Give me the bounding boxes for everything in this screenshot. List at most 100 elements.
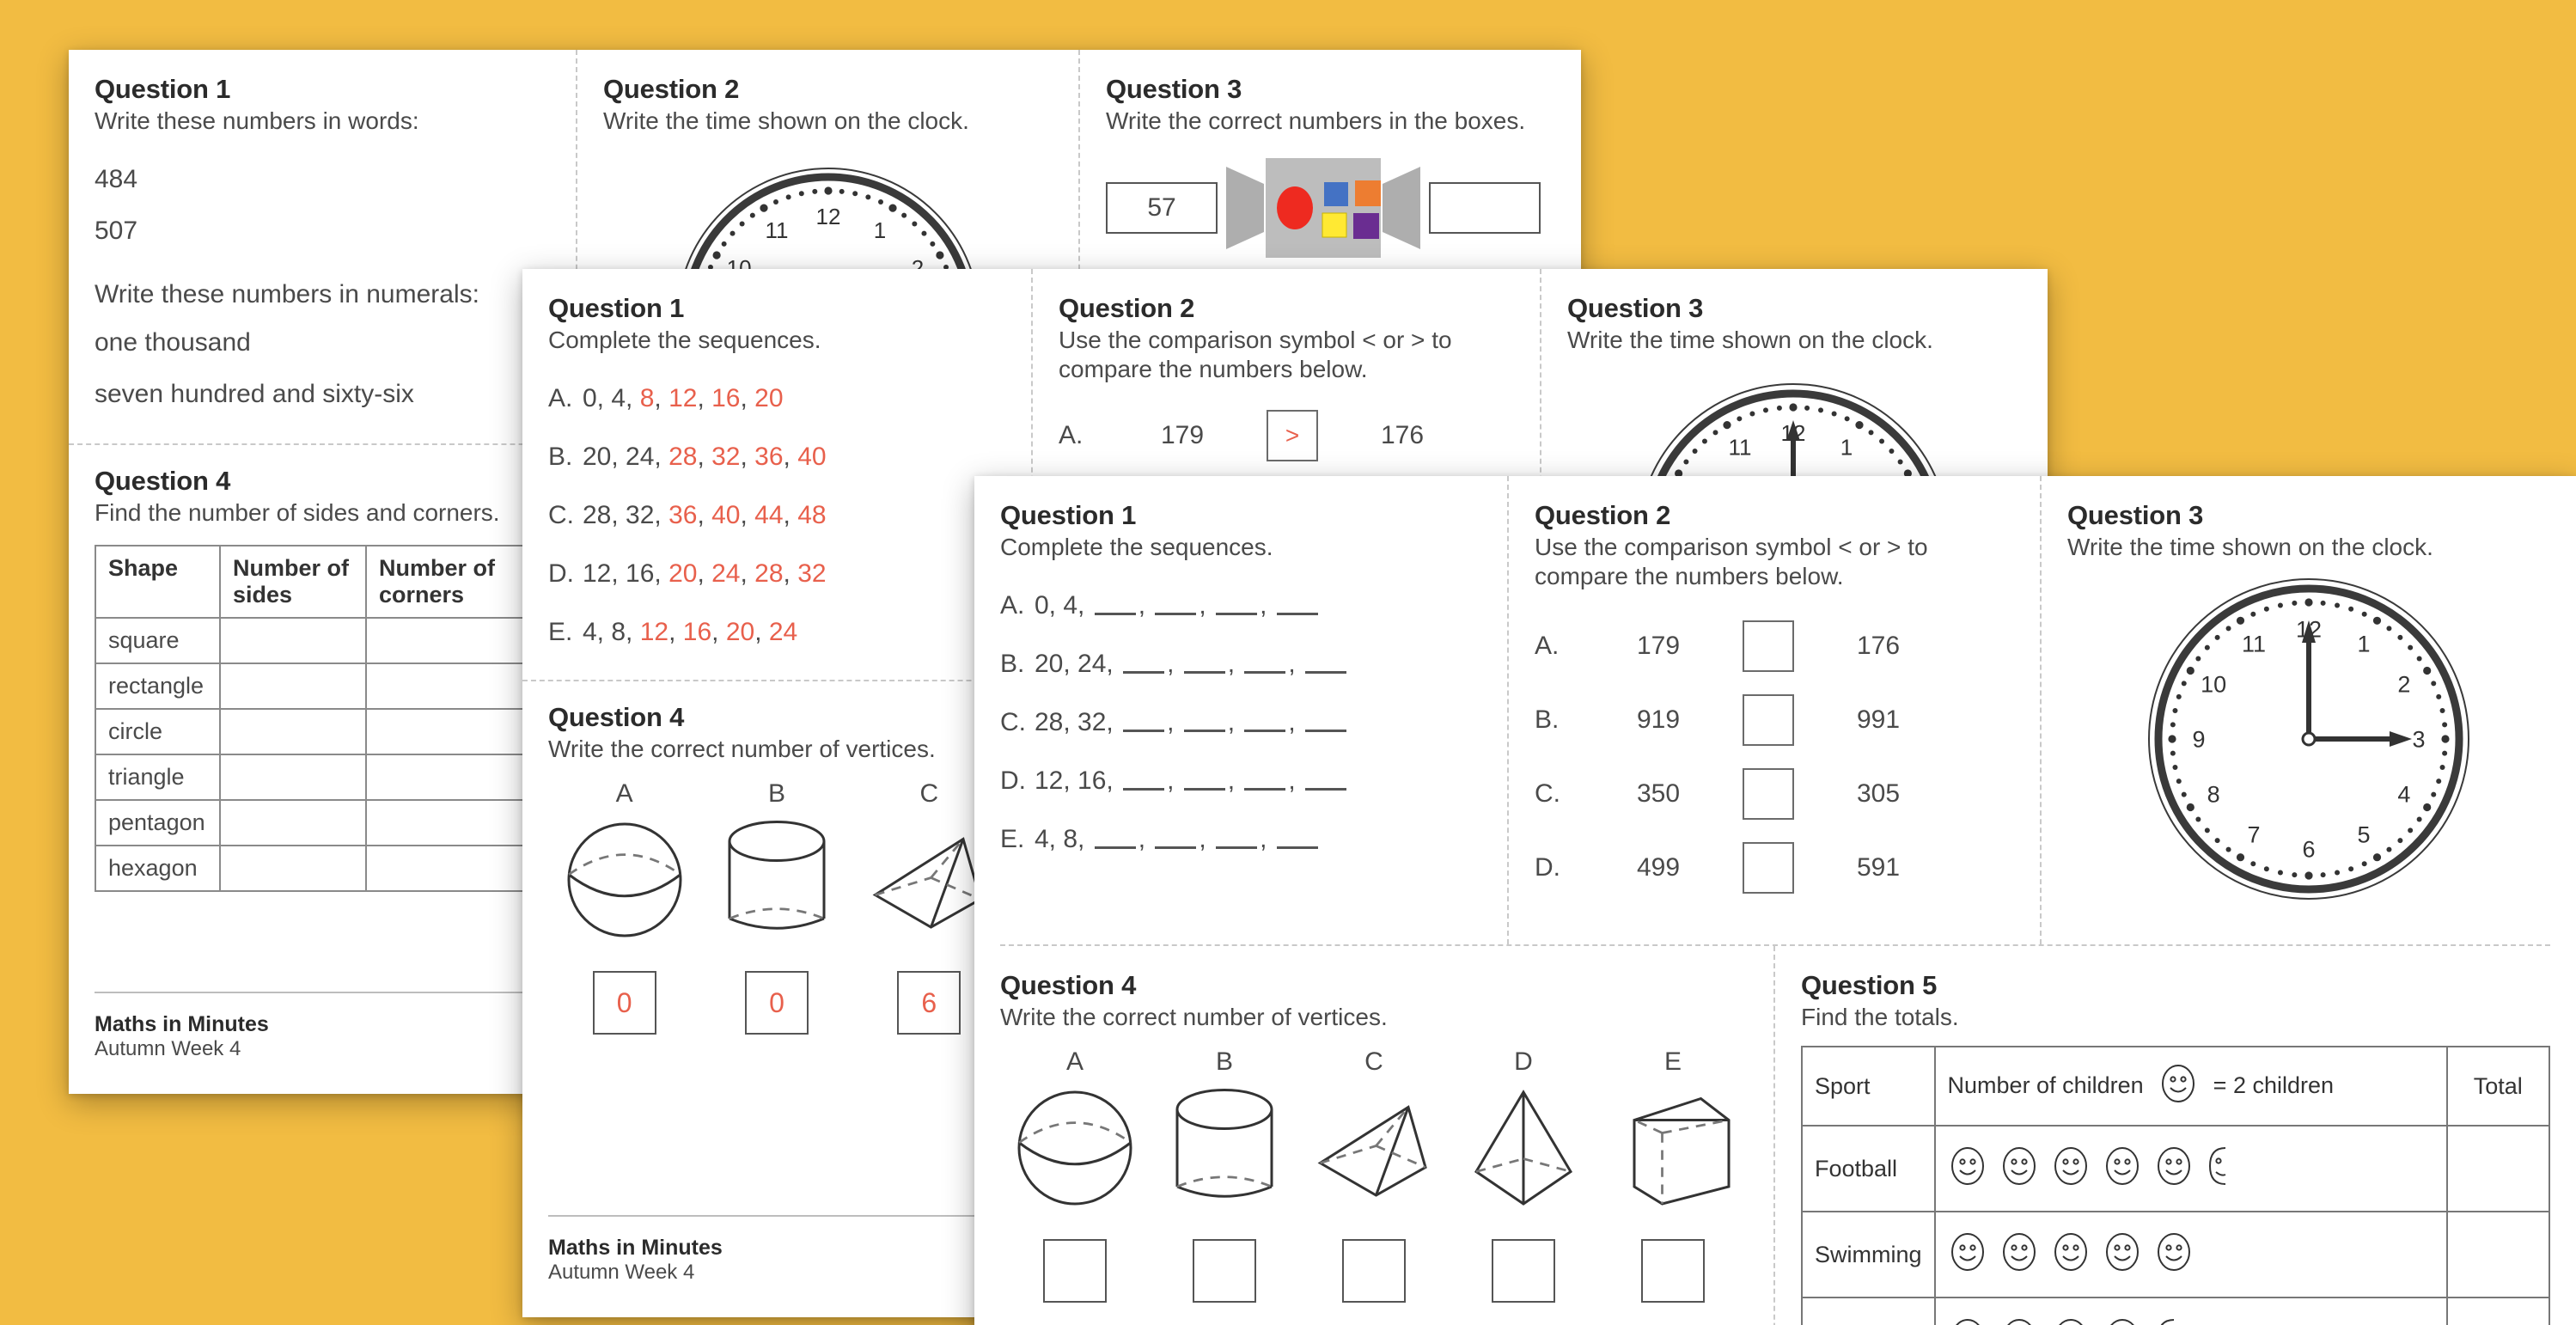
front-q1-instruction: Complete the sequences.	[1000, 534, 1273, 560]
vertices-answer-box[interactable]	[1641, 1239, 1705, 1304]
mid-q2-title: Question 2	[1059, 293, 1195, 323]
output-box-1[interactable]	[1429, 182, 1541, 235]
smiley-icon	[2103, 1145, 2142, 1193]
sides-cell[interactable]	[219, 754, 367, 802]
svg-text:7: 7	[2247, 821, 2260, 847]
shape-item: A0	[560, 779, 689, 1035]
shape-name: pentagon	[95, 799, 221, 847]
sequence-row: D. 12, 16, 20, 24, 28, 32	[548, 559, 827, 589]
vertices-answer-box[interactable]: 0	[592, 971, 656, 1035]
sphere-icon	[1010, 1090, 1139, 1216]
smiley-icon	[1955, 1318, 1980, 1325]
front-q2-title: Question 2	[1535, 500, 1671, 530]
comparison-symbol-box[interactable]	[1743, 842, 1794, 895]
worksheet-card-front[interactable]: Question 1 Complete the sequences. A. 0, …	[974, 476, 2576, 1325]
svg-text:5: 5	[2357, 821, 2370, 847]
front-column-1: Question 1 Complete the sequences. A. 0, …	[974, 476, 1507, 944]
smiley-icon	[1950, 1146, 1984, 1185]
shape-item: A	[1010, 1047, 1139, 1304]
cuboid-icon	[1608, 1096, 1737, 1216]
svg-text:11: 11	[765, 217, 788, 243]
q4-instruction: Find the number of sides and corners.	[95, 499, 500, 527]
front-q3-instruction: Write the time shown on the clock.	[2067, 534, 2433, 560]
corners-cell[interactable]	[365, 799, 539, 847]
sides-cell[interactable]	[219, 799, 367, 847]
smiley-icon	[2054, 1146, 2087, 1185]
front-q4-title: Question 4	[1000, 970, 1137, 1000]
machine-body-icon	[1226, 158, 1420, 259]
shape-name: rectangle	[95, 662, 221, 711]
sides-cell[interactable]	[219, 845, 367, 893]
q1-word-number-2: 507	[95, 217, 138, 246]
input-box-1[interactable]: 57	[1106, 182, 1218, 235]
shape-label: A	[615, 779, 633, 809]
svg-text:12: 12	[815, 204, 840, 229]
sides-cell[interactable]	[219, 617, 367, 665]
shape-label: B	[1215, 1047, 1233, 1077]
shape-label: D	[1514, 1047, 1533, 1077]
smiley-icon	[1950, 1232, 1984, 1271]
total-cell[interactable]	[2445, 1211, 2551, 1299]
svg-text:1: 1	[873, 217, 885, 243]
corners-cell[interactable]	[365, 754, 539, 802]
vertices-answer-box[interactable]	[1193, 1239, 1256, 1304]
smiley-icon	[1948, 1231, 1987, 1279]
corners-cell[interactable]	[365, 617, 539, 665]
smiley-icon	[2051, 1145, 2091, 1193]
corners-cell[interactable]	[365, 708, 539, 756]
vertices-answer-box[interactable]	[1342, 1239, 1406, 1304]
analog-clock-icon: 121234567891011	[2146, 576, 2472, 902]
sequence-row[interactable]: E. 4, 8, , , ,	[1000, 825, 1481, 854]
front-column-2: Question 2 Use the comparison symbol < o…	[1507, 476, 2040, 944]
card-mid-column-1: Question 1 Complete the sequences. A. 0, …	[522, 269, 1031, 1317]
table-row	[1801, 1297, 2551, 1325]
vertices-answer-box[interactable]	[1492, 1239, 1555, 1304]
comparison-symbol-box[interactable]	[1743, 620, 1794, 673]
shape-item: B0	[712, 779, 841, 1035]
front-q5-instruction: Find the totals.	[1801, 1004, 1959, 1030]
sequence-row[interactable]: A. 0, 4, , , ,	[1000, 591, 1481, 620]
sides-cell[interactable]	[219, 708, 367, 756]
shape-label: C	[1364, 1047, 1383, 1077]
q1-numeral-2: seven hundred and sixty-six	[95, 380, 414, 409]
left-number: 499	[1636, 853, 1681, 882]
comparison-symbol-box[interactable]	[1743, 694, 1794, 747]
th-corners: Number of corners	[365, 545, 539, 620]
q4-title: Question 4	[95, 466, 231, 497]
sport-name: Football	[1801, 1125, 1936, 1213]
vertices-answer-box[interactable]: 6	[897, 971, 961, 1035]
mid-q3-instruction: Write the time shown on the clock.	[1567, 327, 1933, 353]
front-column-4: Question 4 Write the correct number of v…	[974, 946, 1773, 1325]
shape-item: E	[1608, 1047, 1737, 1304]
front-q3-title: Question 3	[2067, 500, 2204, 530]
corners-cell[interactable]	[365, 845, 539, 893]
smiley-icon	[1999, 1231, 2039, 1279]
th-shape: Shape	[95, 545, 221, 620]
shape-name: square	[95, 617, 221, 665]
sequence-row: C. 28, 32, 36, 40, 44, 48	[548, 501, 827, 530]
front-column-5: Question 5 Find the totals. Sport Number…	[1773, 946, 2576, 1325]
sides-cell[interactable]	[219, 662, 367, 711]
card-back-footer: Maths in Minutes Autumn Week 4	[95, 992, 550, 1061]
left-number: 919	[1636, 705, 1681, 735]
sequence-row[interactable]: B. 20, 24, , , ,	[1000, 650, 1481, 679]
sequence-row[interactable]: D. 12, 16, , , ,	[1000, 766, 1481, 796]
comparison-symbol-box[interactable]: >	[1267, 410, 1318, 462]
q2-title: Question 2	[603, 74, 740, 104]
smiley-icon	[2006, 1318, 2031, 1325]
corners-cell[interactable]	[365, 662, 539, 711]
smiley-icon	[2103, 1231, 2142, 1279]
table-row: circle	[95, 708, 539, 756]
left-number: 179	[1636, 632, 1681, 661]
comparison-row: A. 179 >176	[1059, 410, 1514, 462]
front-column-3: Question 3 Write the time shown on the c…	[2040, 476, 2576, 944]
total-cell[interactable]	[2445, 1297, 2551, 1325]
svg-text:6: 6	[2302, 837, 2315, 863]
vertices-answer-box[interactable]	[1043, 1239, 1107, 1304]
vertices-answer-box[interactable]: 0	[744, 971, 809, 1035]
comparison-symbol-box[interactable]	[1743, 768, 1794, 821]
row-label: C.	[1535, 779, 1560, 809]
sequence-row[interactable]: C. 28, 32, , , ,	[1000, 708, 1481, 737]
smiley-icon	[2154, 1231, 2194, 1279]
total-cell[interactable]	[2445, 1125, 2551, 1213]
